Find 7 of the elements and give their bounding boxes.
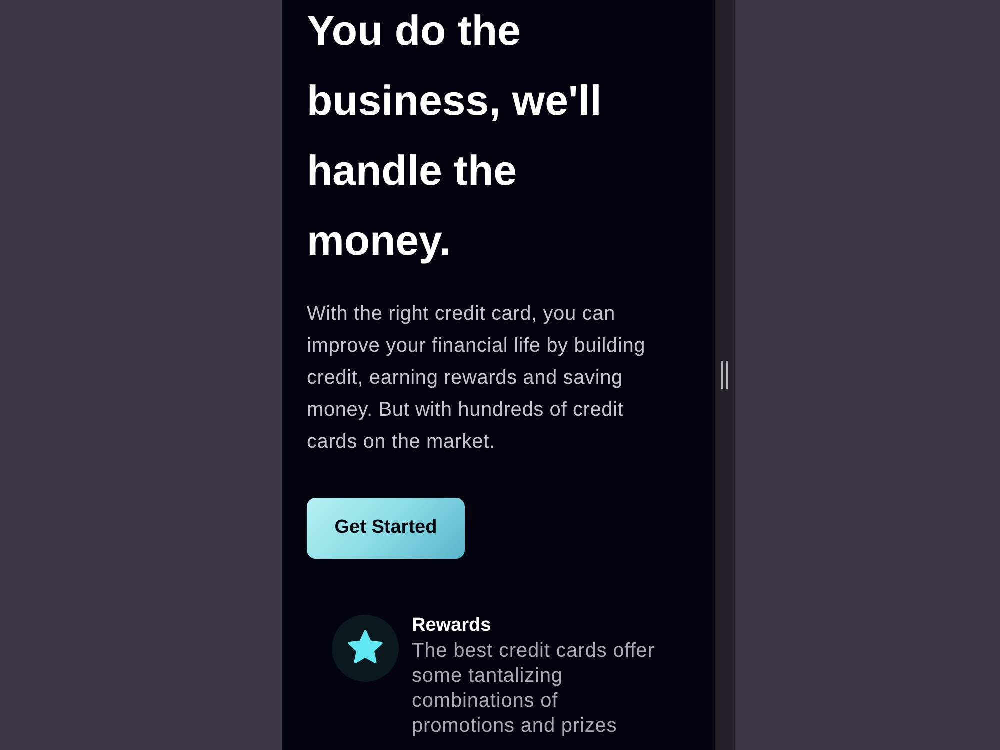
hero-heading: You do the business, we'll handle the money.: [307, 6, 603, 266]
feature-description: The best credit cards offer some tantalizing combinations of promotions and prizes: [412, 639, 656, 739]
get-started-button[interactable]: Get Started: [307, 498, 465, 559]
hero-description: With the right credit card, you can improve your financial life by building credit, earning rewards and saving money. But with hundreds of credit cards on the market.: [307, 302, 647, 455]
resize-handle[interactable]: [715, 0, 735, 750]
grip-icon: [721, 361, 728, 389]
feature-title: Rewards: [412, 614, 492, 638]
